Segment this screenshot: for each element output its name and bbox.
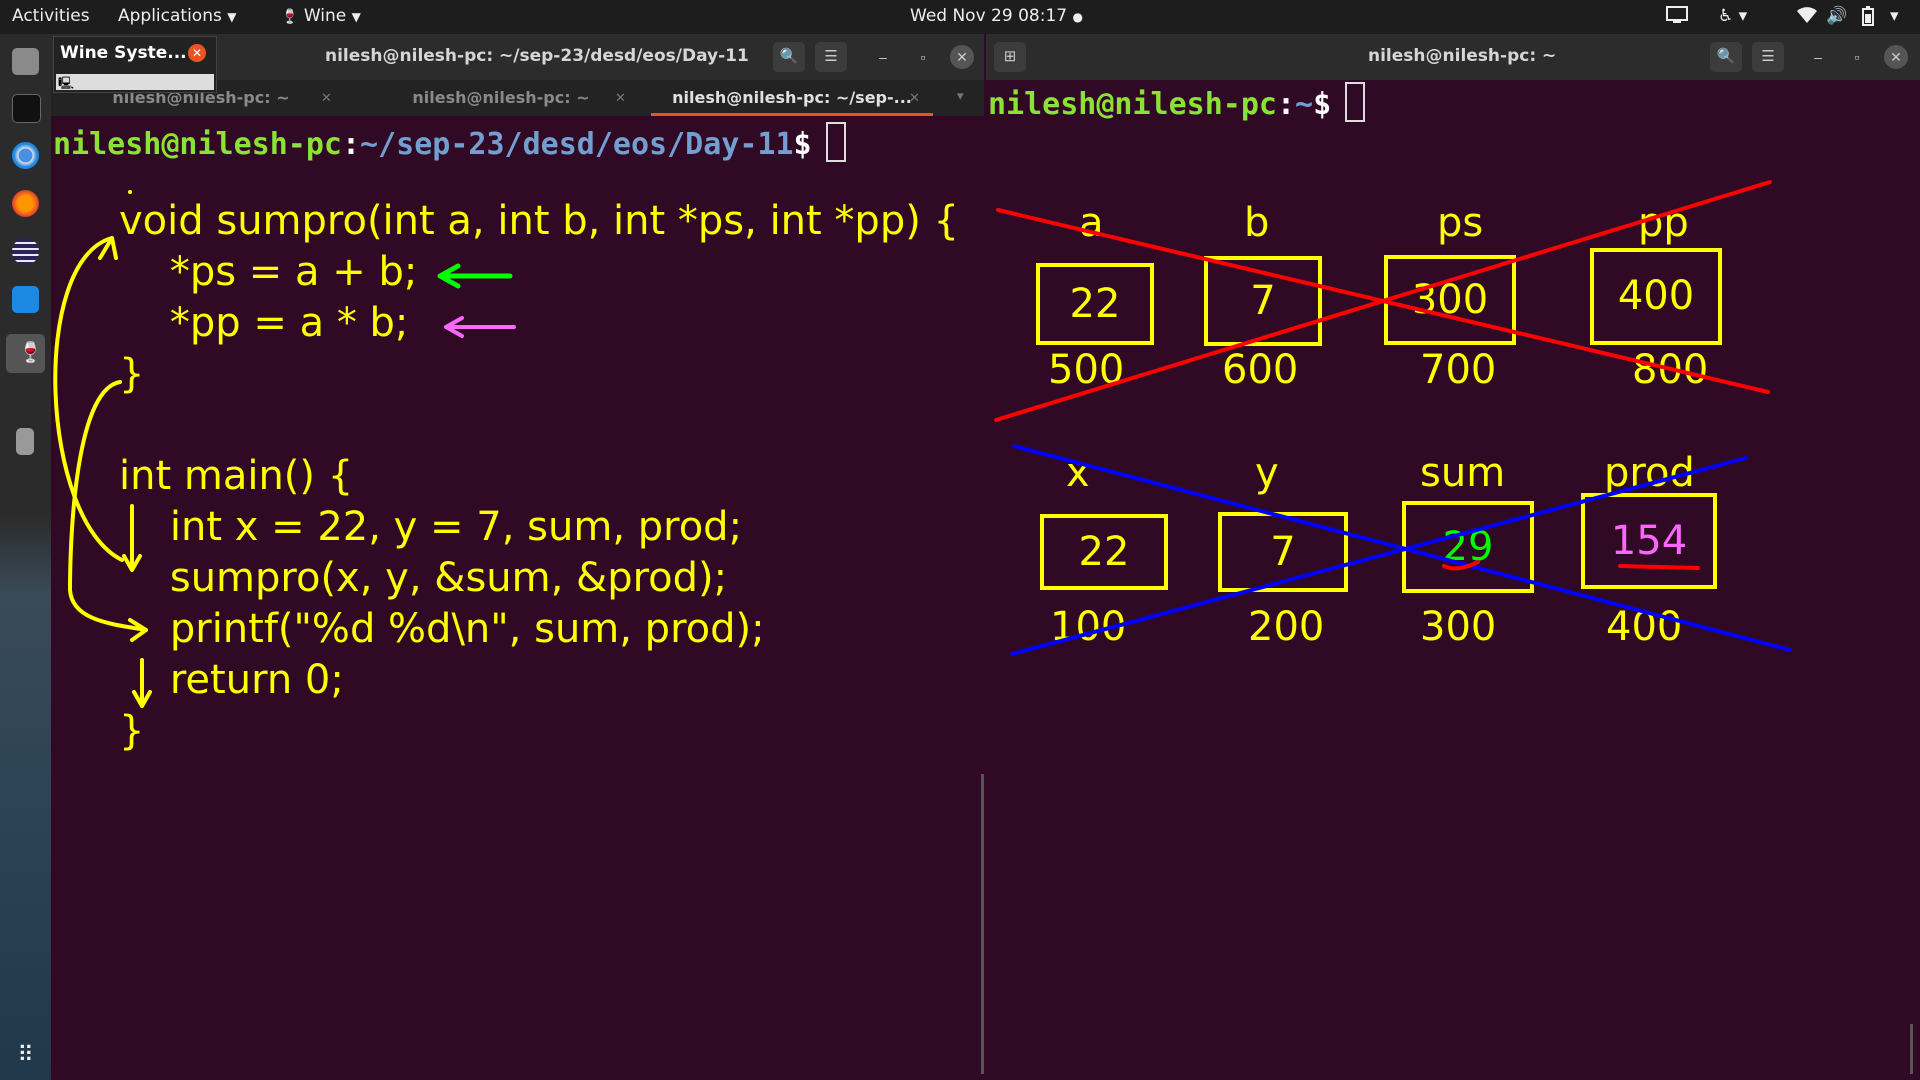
- red-cross-line: [994, 180, 1772, 422]
- red-underline: [1618, 564, 1700, 570]
- blue-cross-line: [1010, 456, 1748, 656]
- call-flow-arrow-icon: [53, 236, 124, 562]
- down-arrow-icon: [132, 658, 152, 708]
- down-arrow-icon: [122, 504, 142, 572]
- dot-mark: [128, 190, 132, 194]
- green-arrow-icon: [437, 263, 513, 289]
- pink-arrow-icon: [444, 316, 516, 338]
- annotation-overlay: [53, 180, 1792, 708]
